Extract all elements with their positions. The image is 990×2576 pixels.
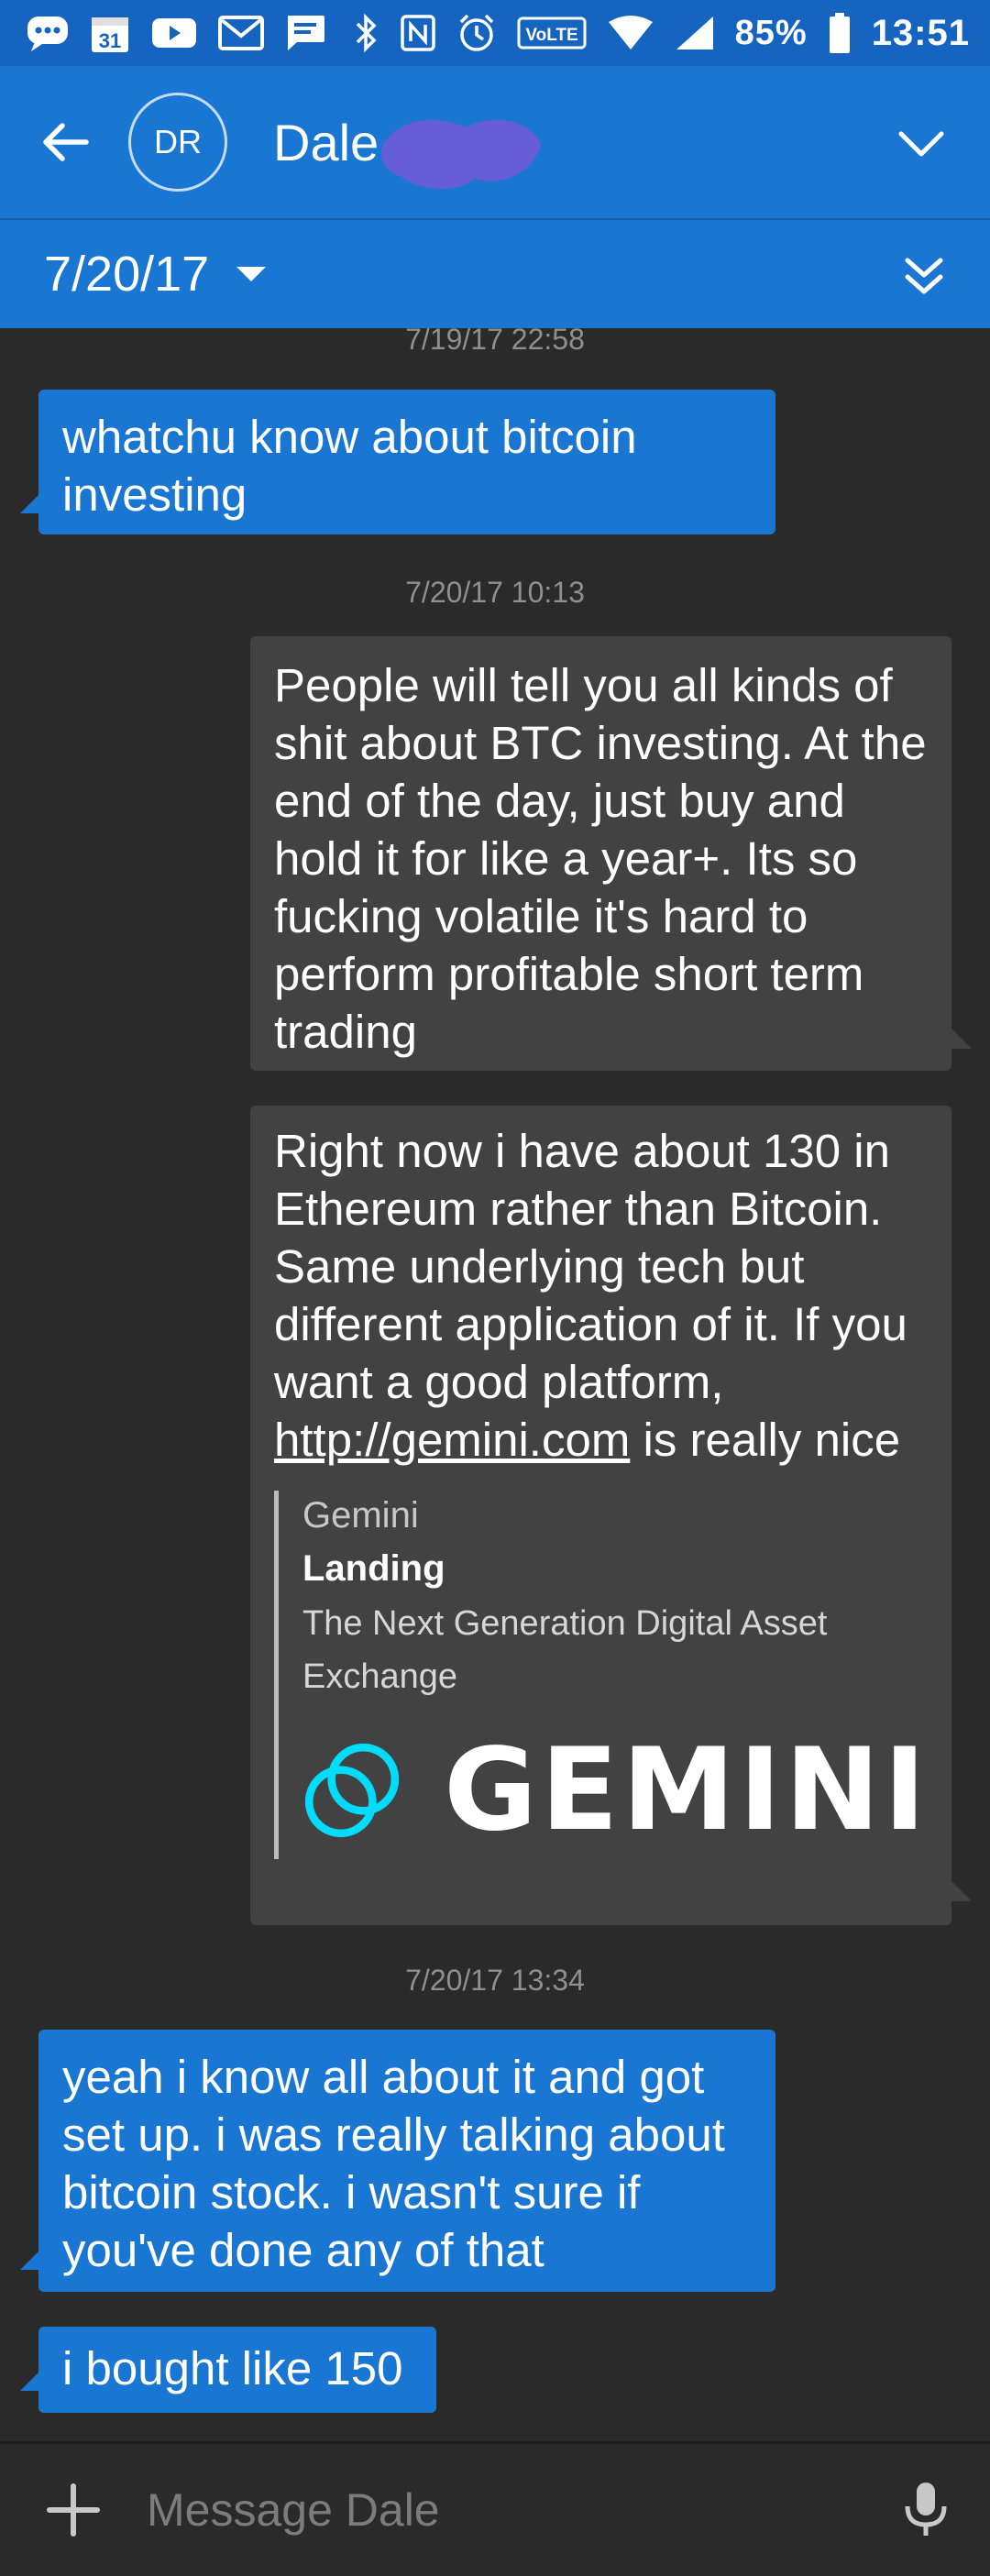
- back-button[interactable]: [0, 65, 128, 219]
- message-text: People will tell you all kinds of shit a…: [274, 659, 927, 1058]
- chevron-down-icon: [898, 131, 944, 157]
- system-indicators: VoLTE 85% 13:51: [354, 12, 970, 54]
- expand-header-button[interactable]: [889, 112, 953, 176]
- preview-site-name: Gemini: [302, 1495, 419, 1536]
- outgoing-message[interactable]: People will tell you all kinds of shit a…: [250, 636, 952, 1071]
- incoming-message[interactable]: i bought like 150: [38, 2327, 436, 2413]
- message-list[interactable]: 7/19/17 22:58 whatchu know about bitcoin…: [0, 328, 990, 2441]
- name-redaction-scribble: [381, 119, 541, 189]
- notification-icons: 31: [26, 12, 326, 54]
- message-input[interactable]: Message Dale: [147, 2483, 862, 2537]
- gemini-logo: GEMINI: [302, 1722, 930, 1859]
- status-bar: 31 VoLTE 85% 13:51: [0, 0, 990, 66]
- clock: 13:51: [871, 12, 970, 53]
- message-text: whatchu know about bitcoin investing: [62, 411, 637, 521]
- chat-bubble-icon: [26, 13, 70, 53]
- battery-icon: [828, 12, 852, 54]
- add-attachment-button[interactable]: [0, 2443, 147, 2576]
- avatar[interactable]: DR: [128, 93, 227, 192]
- message-text: Right now i have about 130 in Ethereum r…: [274, 1125, 908, 1408]
- alarm-icon: [456, 13, 497, 53]
- incoming-message[interactable]: whatchu know about bitcoin investing: [38, 390, 776, 534]
- bubble-tail: [20, 2371, 40, 2391]
- message-timestamp: 7/19/17 22:58: [405, 328, 585, 356]
- volte-icon: VoLTE: [517, 17, 587, 50]
- message-icon: [284, 13, 326, 53]
- bubble-tail: [952, 1029, 972, 1049]
- wifi-icon: [607, 15, 654, 51]
- bubble-tail: [952, 1881, 972, 1901]
- svg-text:VoLTE: VoLTE: [525, 26, 578, 45]
- message-timestamp: 7/20/17 13:34: [405, 1964, 585, 1997]
- bubble-tail: [20, 493, 40, 513]
- message-text: yeah i know all about it and got set up.…: [62, 2051, 725, 2276]
- date-selector[interactable]: 7/20/17: [44, 246, 209, 303]
- gemini-link[interactable]: http://gemini.com: [274, 1414, 630, 1466]
- conversation-header: DR Dale: [0, 66, 990, 220]
- incoming-message[interactable]: yeah i know all about it and got set up.…: [38, 2030, 776, 2292]
- calendar-icon: 31: [90, 12, 130, 54]
- message-composer: Message Dale: [0, 2441, 990, 2576]
- date-filter-bar: 7/20/17: [0, 220, 990, 328]
- voice-input-button[interactable]: [862, 2443, 990, 2576]
- message-text: i bought like 150: [62, 2342, 403, 2394]
- contact-name[interactable]: Dale: [273, 113, 541, 189]
- microphone-icon: [905, 2482, 947, 2536]
- jump-to-latest-button[interactable]: [891, 244, 957, 310]
- double-chevron-down-icon: [905, 258, 943, 294]
- arrow-left-icon: [43, 123, 89, 161]
- preview-description: The Next Generation Digital Asset Exchan…: [302, 1604, 828, 1696]
- message-timestamp: 7/20/17 10:13: [405, 576, 585, 609]
- gmail-icon: [218, 15, 264, 51]
- avatar-initials: DR: [154, 123, 202, 160]
- plus-icon: [47, 2483, 100, 2537]
- outgoing-message[interactable]: Right now i have about 130 in Ethereum r…: [250, 1106, 952, 1925]
- link-preview-card[interactable]: Gemini Landing The Next Generation Digit…: [274, 1491, 930, 1859]
- caret-down-icon[interactable]: [236, 267, 267, 281]
- battery-percent: 85%: [734, 13, 808, 52]
- gemini-logo-mark-icon: [304, 1743, 400, 1838]
- nfc-icon: [400, 14, 436, 52]
- youtube-icon: [150, 16, 198, 50]
- bluetooth-icon: [354, 13, 380, 53]
- svg-text:31: 31: [99, 29, 121, 52]
- gemini-logo-word: GEMINI: [444, 1723, 930, 1856]
- cell-signal-icon: [675, 15, 715, 51]
- contact-name-text: Dale: [273, 113, 380, 171]
- message-text-continued: is really nice: [643, 1414, 901, 1466]
- preview-title: Landing: [302, 1548, 446, 1589]
- bubble-tail: [20, 2250, 40, 2270]
